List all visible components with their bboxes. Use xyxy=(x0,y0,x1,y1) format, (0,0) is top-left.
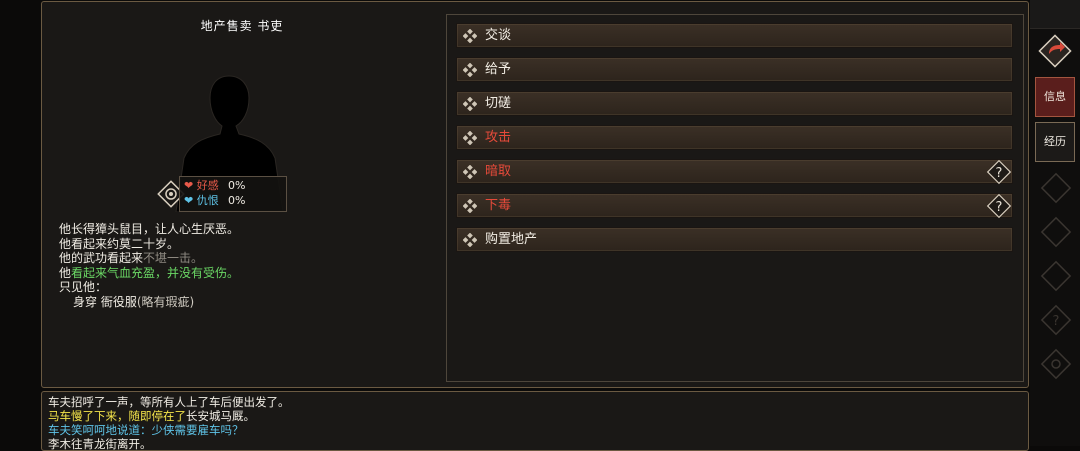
message-log[interactable]: 车夫招呼了一声，等所有人上了车后便出发了。 马车慢了下来，随即停在了长安城马厩。… xyxy=(41,391,1029,451)
action-label: 交谈 xyxy=(485,28,512,43)
return-arrow-icon[interactable] xyxy=(1036,32,1074,70)
favor-heart-icon: ❤ 好感 xyxy=(184,179,219,192)
action-buy-property-button[interactable]: 购置地产 xyxy=(456,227,1013,252)
desc-equipment-header: 只见他： xyxy=(59,280,108,294)
disabled-diamond-icon xyxy=(1040,172,1072,204)
action-label: 给予 xyxy=(485,62,512,77)
action-label: 切磋 xyxy=(485,96,512,111)
tab-history[interactable]: 经历 xyxy=(1035,122,1075,162)
action-label: 暗取 xyxy=(485,164,512,179)
log-line: 李木往青龙街离开。 xyxy=(48,437,152,451)
svg-text:?: ? xyxy=(996,166,1003,181)
disabled-diamond-icon xyxy=(1040,216,1072,248)
hatred-value: 0% xyxy=(228,194,246,207)
npc-description: 他长得獐头鼠目，让人心生厌恶。 他看起来约莫二十岁。 他的武功看起来不堪一击。 … xyxy=(59,222,439,309)
desc-health: 他看起来气血充盈，并没有受伤。 xyxy=(59,265,240,280)
action-poison-button[interactable]: 下毒 ? xyxy=(456,192,1013,220)
action-spar-button[interactable]: 切磋 xyxy=(456,91,1013,116)
log-line: 车夫笑呵呵地说道：少侠需要雇车吗？ xyxy=(48,423,244,437)
disabled-help-icon: ? xyxy=(1040,304,1072,336)
action-label: 下毒 xyxy=(485,198,512,213)
diamond-bullet-icon xyxy=(463,131,477,145)
diamond-bullet-icon xyxy=(463,29,477,43)
sidebar-top-bar xyxy=(1030,0,1080,29)
favor-label: 好感 xyxy=(196,179,219,192)
diamond-bullet-icon xyxy=(463,199,477,213)
desc-martial-skill: 他的武功看起来不堪一击。 xyxy=(59,251,204,265)
diamond-bullet-icon xyxy=(463,63,477,77)
help-question-icon[interactable]: ? xyxy=(985,192,1013,220)
tab-info[interactable]: 信息 xyxy=(1035,77,1075,117)
character-panel: 地产售卖 书吏 ❤ 好感 0% ❤ 仇恨 0% 他长得獐头鼠目，让人心生厌恶。 … xyxy=(41,1,1029,388)
log-line: 马车慢了下来，随即停在了长安城马厩。 xyxy=(48,409,255,423)
actions-list: 交谈 给予 切磋 攻击 暗取 ? 下毒 ? 购置地产 xyxy=(446,14,1024,382)
diamond-bullet-icon xyxy=(463,165,477,179)
desc-equipment-item: 身穿 衙役服(略有瑕疵) xyxy=(73,294,195,309)
favor-value: 0% xyxy=(228,179,246,192)
action-talk-button[interactable]: 交谈 xyxy=(456,23,1013,48)
svg-text:?: ? xyxy=(1053,314,1060,329)
action-label: 攻击 xyxy=(485,130,512,145)
disabled-diamond-icon xyxy=(1040,260,1072,292)
hatred-heart-icon: ❤ 仇恨 xyxy=(184,194,219,207)
disabled-settings-icon xyxy=(1040,348,1072,380)
action-steal-button[interactable]: 暗取 ? xyxy=(456,158,1013,186)
action-label: 购置地产 xyxy=(485,232,538,247)
log-line: 车夫招呼了一声，等所有人上了车后便出发了。 xyxy=(48,395,290,409)
action-attack-button[interactable]: 攻击 xyxy=(456,125,1013,150)
svg-text:?: ? xyxy=(996,200,1003,215)
diamond-bullet-icon xyxy=(463,97,477,111)
desc-age: 他看起来约莫二十岁。 xyxy=(59,236,180,251)
diamond-bullet-icon xyxy=(463,233,477,247)
npc-title: 地产售卖 书吏 xyxy=(200,19,284,33)
relationship-badge: ❤ 好感 0% ❤ 仇恨 0% xyxy=(155,176,287,212)
right-sidebar: 信息 经历 ? xyxy=(1030,0,1080,446)
action-give-button[interactable]: 给予 xyxy=(456,57,1013,82)
help-question-icon[interactable]: ? xyxy=(985,158,1013,186)
desc-appearance: 他长得獐头鼠目，让人心生厌恶。 xyxy=(59,222,240,236)
hatred-label: 仇恨 xyxy=(196,194,219,207)
relationship-values: ❤ 好感 0% ❤ 仇恨 0% xyxy=(179,176,287,212)
